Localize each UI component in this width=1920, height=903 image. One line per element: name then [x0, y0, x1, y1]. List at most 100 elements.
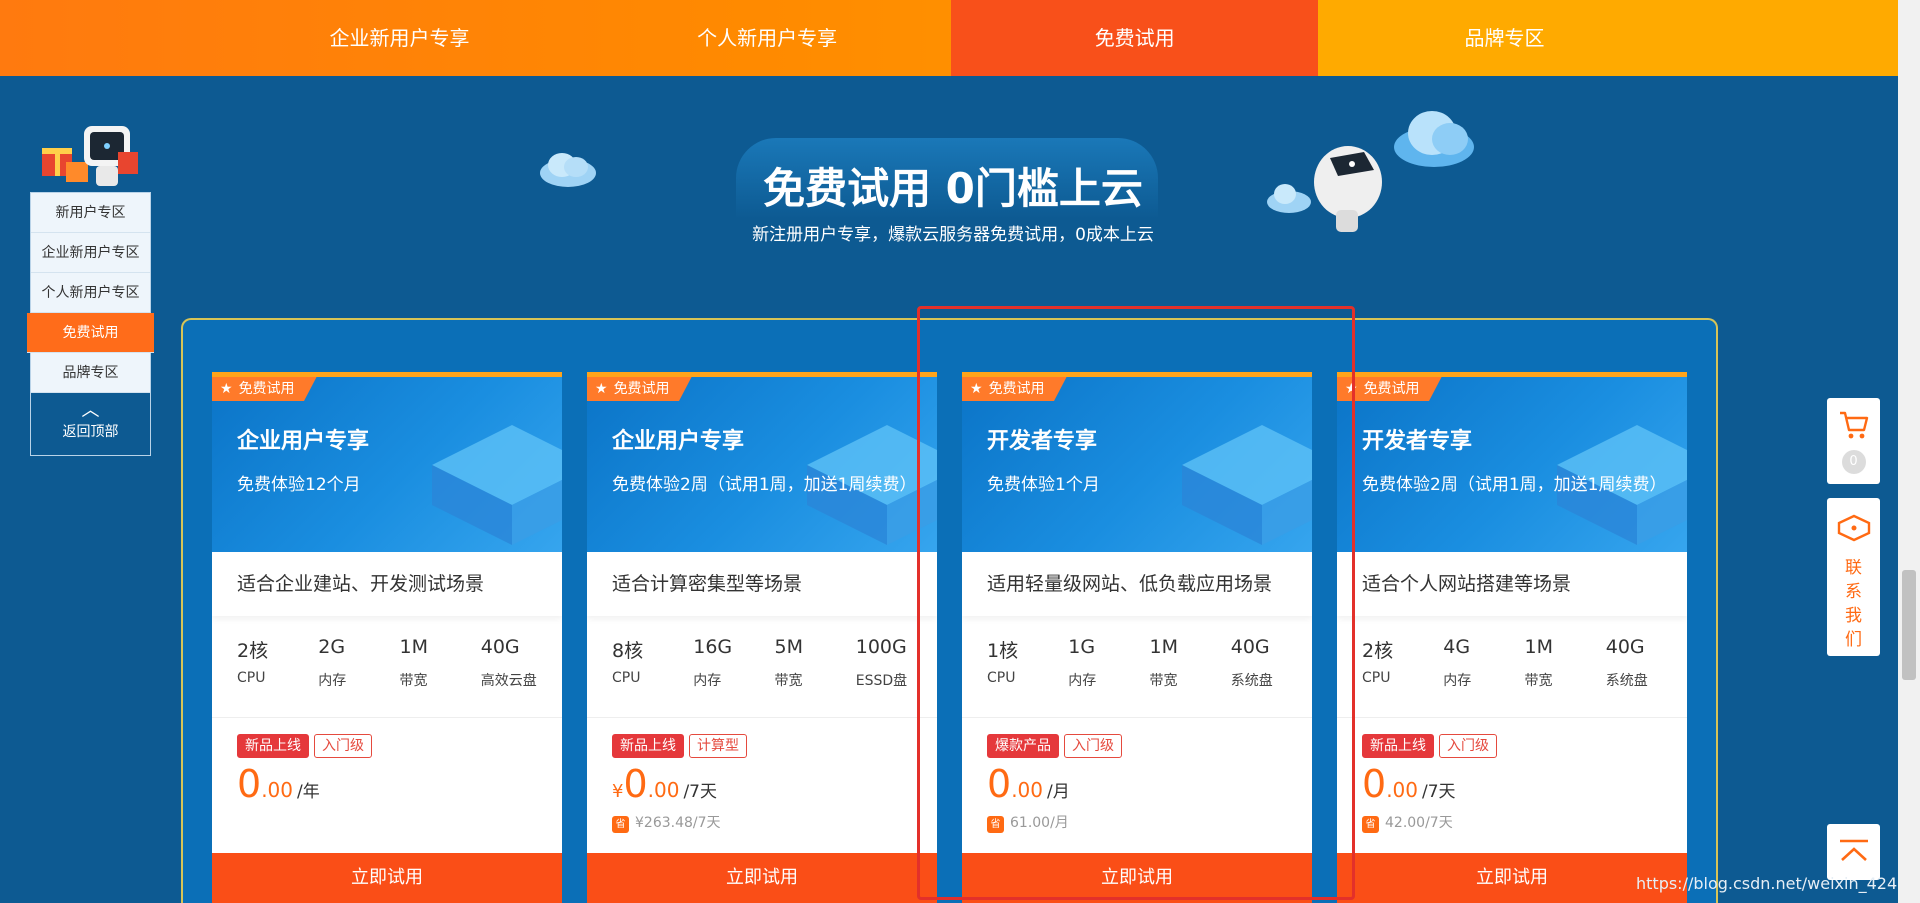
card-description: 免费体验2周（试用1周，加送1周续费）	[612, 475, 917, 495]
tag-badge: 新品上线	[612, 734, 684, 758]
save-badge: 省	[612, 816, 629, 833]
spec-value: 2核	[1362, 640, 1394, 662]
spec-label: 内存	[1068, 673, 1097, 689]
tag-badge: 爆款产品	[987, 734, 1059, 758]
card-specs: 8核 CPU 16G 内存 5M 带宽 100G ESSD盘	[587, 616, 937, 718]
price-currency: ¥	[612, 781, 624, 802]
spec-label: 内存	[318, 673, 347, 689]
card-description: 免费体验1个月	[987, 475, 1100, 495]
leftnav-back-to-top[interactable]: ︿ 返回顶部	[31, 393, 150, 455]
contact-us-widget[interactable]: 联系我们	[1827, 498, 1880, 656]
free-trial-ribbon: ★ 免费试用	[587, 377, 692, 401]
top-tab-bar: 企业新用户专享 个人新用户专享 免费试用 品牌专区	[0, 0, 1898, 76]
contact-icon	[1837, 514, 1870, 542]
spec-value: 2核	[237, 640, 269, 662]
back-to-top-icon	[1839, 839, 1868, 861]
cart-widget[interactable]: 0	[1827, 398, 1880, 484]
spec-bandwidth: 1M 带宽	[1150, 636, 1231, 717]
spec-label: 带宽	[1524, 673, 1553, 689]
spec-label: CPU	[237, 670, 266, 686]
card-tags: 新品上线 入门级	[212, 718, 562, 762]
spec-label: 内存	[1443, 673, 1472, 689]
cloud-illustration	[1394, 111, 1474, 167]
scrollbar-thumb[interactable]	[1902, 570, 1916, 680]
price-integer: 0	[1362, 762, 1387, 806]
card-tags: 新品上线 计算型	[587, 718, 937, 762]
spec-value: 4G	[1443, 636, 1471, 658]
card-title: 企业用户专享	[237, 429, 370, 454]
price-unit: /年	[297, 782, 320, 802]
tag-badge: 入门级	[314, 734, 372, 758]
try-now-button[interactable]: 立即试用	[587, 853, 937, 903]
tag-badge: 入门级	[1064, 734, 1122, 758]
price-unit: /7天	[1422, 782, 1456, 802]
back-to-top-widget[interactable]	[1827, 824, 1880, 880]
spec-label: CPU	[987, 670, 1016, 686]
ribbon-label: 免费试用	[988, 381, 1045, 397]
spec-value: 1G	[1068, 636, 1096, 658]
card-price: 0.00/月	[962, 762, 1312, 812]
try-now-button[interactable]: 立即试用	[1337, 853, 1687, 903]
try-now-button[interactable]: 立即试用	[212, 853, 562, 903]
price-unit: /月	[1047, 782, 1070, 802]
spec-label: 带宽	[774, 673, 803, 689]
cart-icon	[1839, 411, 1868, 439]
card-header: ★ 免费试用 企业用户专享 免费体验2周（试用1周，加送1周续费）	[587, 372, 937, 552]
star-icon: ★	[1345, 381, 1358, 397]
contact-us-label: 联系我们	[1845, 558, 1862, 650]
tab-enterprise-new-user[interactable]: 企业新用户专享	[216, 0, 584, 76]
price-unit: /7天	[683, 782, 717, 802]
spec-cpu: 1核 CPU	[987, 636, 1068, 717]
spec-label: 高效云盘	[480, 673, 537, 689]
leftnav-item-personal-new-user[interactable]: 个人新用户专区	[31, 273, 150, 313]
card-description: 免费体验2周（试用1周，加送1周续费）	[1362, 475, 1667, 495]
card-header: ★ 免费试用 开发者专享 免费体验1个月	[962, 372, 1312, 552]
hero-subtitle: 新注册用户专享，爆款云服务器免费试用，0成本上云	[752, 225, 1154, 245]
page-scrollbar[interactable]	[1898, 0, 1920, 903]
price-decimal: .00	[1011, 778, 1043, 802]
free-trial-ribbon: ★ 免费试用	[962, 377, 1067, 401]
cloud-illustration	[540, 153, 596, 187]
product-card: ★ 免费试用 开发者专享 免费体验1个月 适用轻量级网站、低负载应用场景 1核 CP…	[962, 372, 1312, 903]
leftnav-item-free-trial[interactable]: 免费试用	[27, 313, 154, 353]
card-title: 开发者专享	[1362, 429, 1473, 454]
spec-cpu: 2核 CPU	[1362, 636, 1443, 717]
price-integer: 0	[237, 762, 262, 806]
spec-value: 100G	[855, 636, 907, 658]
card-specs: 1核 CPU 1G 内存 1M 带宽 40G 系统盘	[962, 616, 1312, 718]
card-tags: 爆款产品 入门级	[962, 718, 1312, 762]
spec-value: 5M	[774, 636, 803, 658]
spec-memory: 4G 内存	[1443, 636, 1524, 717]
card-description: 免费体验12个月	[237, 475, 361, 495]
original-price-value: ¥263.48/7天	[635, 815, 721, 831]
tab-free-trial[interactable]: 免费试用	[950, 0, 1319, 76]
card-header: ★ 免费试用 开发者专享 免费体验2周（试用1周，加送1周续费）	[1337, 372, 1687, 552]
spec-bandwidth: 5M 带宽	[775, 636, 856, 717]
spec-value: 40G	[1605, 636, 1645, 658]
card-price: ¥0.00/7天	[587, 762, 937, 812]
leftnav-item-brand-zone[interactable]: 品牌专区	[31, 353, 150, 393]
spec-cpu: 2核 CPU	[237, 636, 318, 717]
tag-badge: 计算型	[689, 734, 747, 758]
spec-disk: 100G ESSD盘	[856, 636, 937, 717]
star-icon: ★	[220, 381, 233, 397]
chevron-up-icon: ︿	[81, 400, 100, 421]
cloud-illustration	[1267, 184, 1311, 213]
tag-badge: 新品上线	[1362, 734, 1434, 758]
spec-label: CPU	[612, 670, 641, 686]
spec-label: 系统盘	[1230, 673, 1273, 689]
save-badge: 省	[1362, 816, 1379, 833]
card-price: 0.00/年	[212, 762, 562, 812]
spec-value: 1M	[399, 636, 428, 658]
spec-label: 系统盘	[1605, 673, 1648, 689]
price-decimal: .00	[261, 778, 293, 802]
try-now-button[interactable]: 立即试用	[962, 853, 1312, 903]
tab-brand-zone[interactable]: 品牌专区	[1318, 0, 1898, 76]
tab-personal-new-user[interactable]: 个人新用户专享	[583, 0, 951, 76]
ribbon-label: 免费试用	[238, 381, 295, 397]
save-badge: 省	[987, 816, 1004, 833]
spec-memory: 1G 内存	[1068, 636, 1149, 717]
star-icon: ★	[970, 381, 983, 397]
original-price: 省 ¥263.48/7天	[587, 812, 937, 838]
spec-label: ESSD盘	[855, 673, 908, 689]
